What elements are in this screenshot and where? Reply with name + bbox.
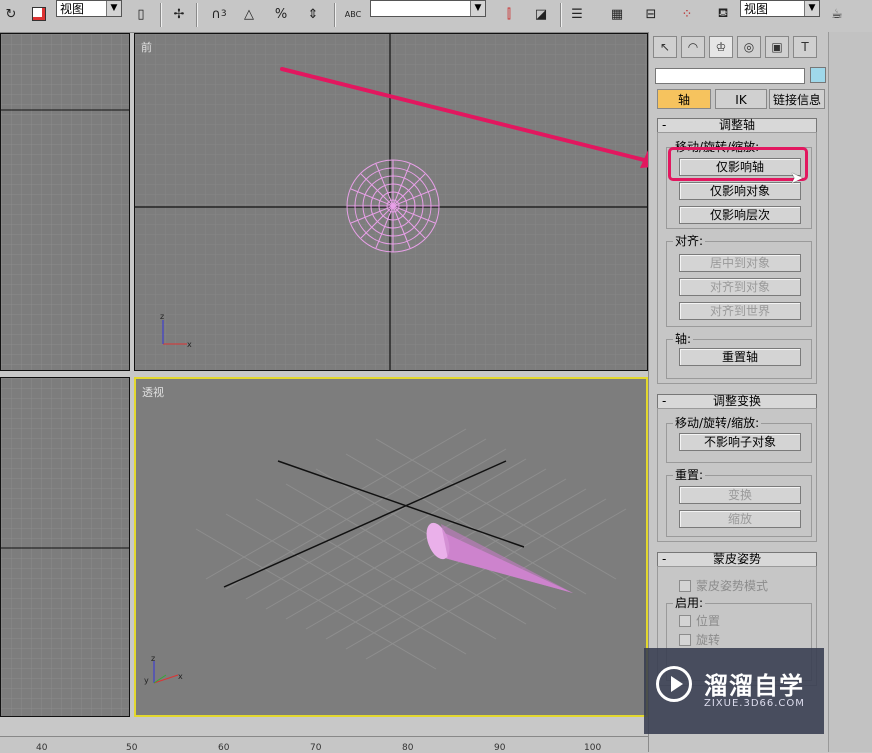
utilities-tab-icon[interactable]: T <box>793 36 817 58</box>
reference-coord-dropdown[interactable]: 视图 ▼ <box>56 0 122 17</box>
reset-scale-button[interactable]: 缩放 <box>679 510 801 528</box>
rollout-adjust-pivot-header[interactable]: - 调整轴 <box>657 118 817 133</box>
center-to-object-button[interactable]: 居中到对象 <box>679 254 801 272</box>
rollout-adjust-transform-header[interactable]: - 调整变换 <box>657 394 817 409</box>
material-editor-icon[interactable]: ⁘ <box>676 3 698 25</box>
front-viewport[interactable]: x z 前 <box>134 33 648 371</box>
viewport-label-front[interactable]: 前 <box>141 39 152 55</box>
timeline-ruler[interactable]: 40 50 60 70 80 90 100 <box>0 736 648 753</box>
chevron-down-icon: ▼ <box>804 1 819 16</box>
rollout-skin-pose-header[interactable]: - 蒙皮姿势 <box>657 552 817 567</box>
highlight-box <box>668 147 808 181</box>
reset-pivot-button[interactable]: 重置轴 <box>679 348 801 366</box>
subtab-ik[interactable]: IK <box>715 89 767 109</box>
svg-text:z: z <box>160 312 164 321</box>
svg-text:y: y <box>144 676 149 685</box>
chevron-down-icon: ▼ <box>106 1 121 16</box>
top-viewport-grid <box>1 34 129 370</box>
perspective-viewport-canvas: x y z <box>144 428 627 685</box>
curve-editor-icon[interactable]: ▦ <box>606 3 628 25</box>
enable-position-checkbox[interactable]: 位置 <box>679 612 720 629</box>
chevron-down-icon: ▼ <box>470 1 485 16</box>
top-viewport[interactable] <box>0 33 130 371</box>
left-viewport[interactable] <box>0 377 130 717</box>
spinner-snap-icon[interactable]: ⇕ <box>302 3 324 25</box>
create-tab-icon[interactable]: ↖ <box>653 36 677 58</box>
reset-transform-button[interactable]: 变换 <box>679 486 801 504</box>
affect-object-only-button[interactable]: 仅影响对象 <box>679 182 801 200</box>
command-panel: ↖ ◠ ♔ ◎ ▣ T 轴 IK 链接信息 - 调整轴 移动/旋转/缩放: 对齐:… <box>648 32 829 752</box>
enable-rotation-checkbox[interactable]: 旋转 <box>679 631 720 648</box>
mouse-cursor-icon: ➤ <box>790 168 804 187</box>
undo-icon[interactable]: ↻ <box>0 3 22 25</box>
cone-front-wireframe <box>346 159 440 253</box>
snap-toggle-icon[interactable]: ∩ 3 <box>204 3 234 25</box>
watermark: 溜溜自学 ZIXUE.3D66.COM <box>644 648 824 734</box>
object-name-input[interactable] <box>655 68 805 84</box>
schematic-view-icon[interactable]: ⊟ <box>640 3 662 25</box>
watermark-subtitle: ZIXUE.3D66.COM <box>704 698 805 709</box>
main-toolbar: ↻ 视图 ▼ ▯ ✢ ∩ 3 △ % ⇕ ABC ▼ ⫿ ◪ ☰ ▦ ⊟ ⁘ ⛾ 视… <box>0 0 872 33</box>
quick-render-icon[interactable]: ☕ <box>826 3 848 25</box>
percent-snap-icon[interactable]: % <box>270 3 292 25</box>
svg-text:x: x <box>178 672 183 681</box>
motion-tab-icon[interactable]: ◎ <box>737 36 761 58</box>
named-selection-icon[interactable]: ABC <box>340 3 366 25</box>
svg-text:x: x <box>187 340 192 349</box>
perspective-grid <box>195 428 627 670</box>
object-color-swatch[interactable] <box>810 67 826 83</box>
angle-snap-icon[interactable]: △ <box>238 3 260 25</box>
play-logo-icon <box>656 666 692 702</box>
render-setup-icon[interactable]: ⛾ <box>712 3 734 25</box>
svg-text:z: z <box>151 654 155 663</box>
named-selection-dropdown[interactable]: ▼ <box>370 0 486 17</box>
mirror-icon[interactable]: ⫿ <box>498 3 520 25</box>
display-tab-icon[interactable]: ▣ <box>765 36 789 58</box>
select-manipulate-icon[interactable]: ✢ <box>168 3 190 25</box>
align-to-object-button[interactable]: 对齐到对象 <box>679 278 801 296</box>
panel-scrollbar[interactable] <box>828 32 872 752</box>
subtab-pivot[interactable]: 轴 <box>657 89 711 109</box>
render-type-dropdown[interactable]: 视图 ▼ <box>740 0 820 17</box>
select-region-icon[interactable] <box>28 3 50 25</box>
perspective-viewport[interactable]: x y z 透视 <box>134 377 648 717</box>
watermark-title: 溜溜自学 <box>704 672 804 700</box>
viewport-label-perspective[interactable]: 透视 <box>142 384 164 400</box>
left-viewport-grid <box>1 378 129 716</box>
skin-pose-mode-checkbox[interactable]: 蒙皮姿势模式 <box>679 577 768 594</box>
front-viewport-canvas: x z <box>135 34 647 370</box>
align-icon[interactable]: ◪ <box>530 3 552 25</box>
subtab-link-info[interactable]: 链接信息 <box>769 89 825 109</box>
affect-hierarchy-only-button[interactable]: 仅影响层次 <box>679 206 801 224</box>
align-to-world-button[interactable]: 对齐到世界 <box>679 302 801 320</box>
layer-manager-icon[interactable]: ☰ <box>566 3 588 25</box>
pivot-center-icon[interactable]: ▯ <box>130 3 152 25</box>
hierarchy-tab-icon[interactable]: ♔ <box>709 36 733 58</box>
modify-tab-icon[interactable]: ◠ <box>681 36 705 58</box>
dont-affect-children-button[interactable]: 不影响子对象 <box>679 433 801 451</box>
